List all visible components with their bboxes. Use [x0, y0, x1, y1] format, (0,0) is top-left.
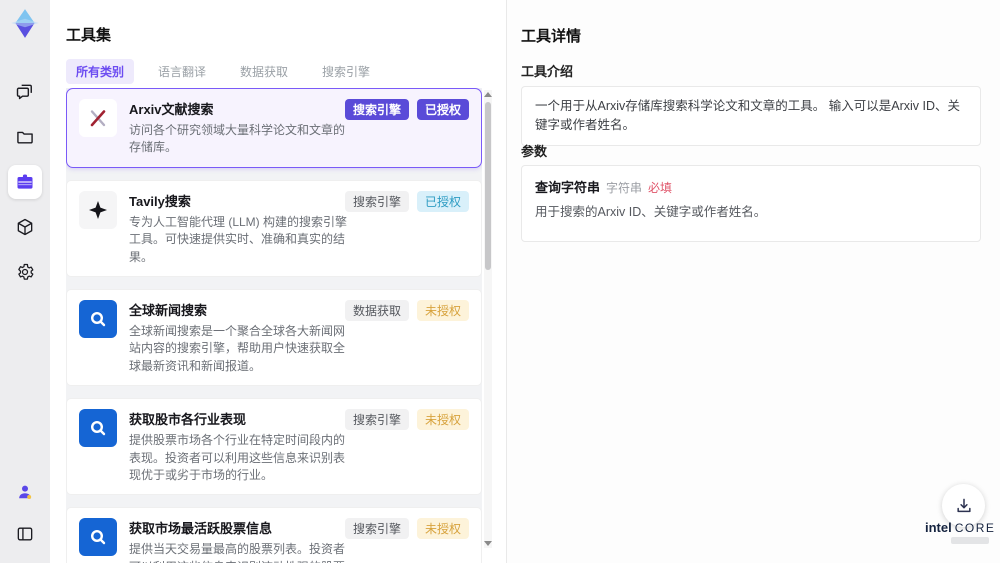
category-badge: 搜索引擎: [344, 409, 409, 431]
tool-title: Arxiv文献搜索: [129, 102, 214, 117]
chat-icon: [16, 84, 32, 100]
parameter-item: 查询字符串 字符串 必填 用于搜索的Arxiv ID、关键字或作者姓名。: [535, 177, 967, 222]
sidebar-item-models[interactable]: [8, 210, 42, 244]
tool-title: 获取股市各行业表现: [129, 412, 247, 428]
tool-description: 提供股票市场各个行业在特定时间段内的表现。投资者可以利用这些信息来识别表现优于或…: [129, 433, 346, 482]
tool-list-panel: 工具集 所有类别 语言翻译 数据获取 搜索引擎 Arxiv文献搜索 访问各个研究领域大…: [50, 0, 506, 563]
panel-toggle-icon: [17, 527, 33, 541]
intro-box: 一个用于从Arxiv存储库搜索科学论文和文章的工具。 输入可以是Arxiv ID…: [521, 86, 981, 146]
core-wordmark: CORE: [954, 521, 996, 535]
juhe-search-icon: [90, 311, 106, 327]
arxiv-icon: [90, 110, 106, 127]
sidebar-nav: [8, 75, 42, 289]
briefcase-icon: [17, 174, 33, 189]
intel-wordmark: intel: [925, 520, 952, 535]
detail-title: 工具详情: [521, 28, 582, 45]
intel-core-logo: intel CORE: [925, 520, 994, 544]
cube-icon: [17, 218, 33, 236]
tool-card[interactable]: Tavily搜索 专为人工智能代理 (LLM) 构建的搜索引擎工具。可快速提供实…: [66, 179, 482, 277]
auth-status-badge: 已授权: [416, 99, 469, 120]
category-badge: 搜索引擎: [344, 99, 409, 120]
sidebar-item-collapse[interactable]: [8, 517, 42, 551]
sidebar-item-chat[interactable]: [8, 75, 42, 109]
sidebar-bottom: [0, 475, 50, 551]
scrollbar-thumb[interactable]: [485, 102, 491, 270]
category-badge: 数据获取: [344, 299, 409, 321]
sidebar-item-settings[interactable]: [8, 255, 42, 289]
sidebar-item-toolbox[interactable]: [8, 165, 42, 199]
category-tabs: 所有类别 语言翻译 数据获取 搜索引擎: [66, 59, 380, 84]
app-logo-icon: [11, 9, 39, 38]
intro-heading: 工具介绍: [521, 64, 574, 79]
auth-status-badge: 未授权: [416, 518, 469, 540]
category-badge: 搜索引擎: [344, 190, 409, 212]
gear-icon: [18, 263, 34, 280]
tab-category-1[interactable]: 语言翻译: [148, 59, 216, 84]
tavily-star-icon: [89, 200, 107, 219]
tool-title: 获取市场最活跃股票信息: [129, 521, 273, 537]
params-box: 查询字符串 字符串 必填 用于搜索的Arxiv ID、关键字或作者姓名。: [521, 165, 981, 242]
tool-detail-panel: 工具详情 工具介绍 一个用于从Arxiv存储库搜索科学论文和文章的工具。 输入可…: [506, 0, 1000, 563]
scroll-down-icon[interactable]: [484, 541, 492, 546]
tab-category-3[interactable]: 搜索引擎: [312, 59, 380, 84]
download-icon: [956, 498, 971, 512]
parameter-name: 查询字符串: [535, 180, 601, 195]
category-badge: 搜索引擎: [344, 518, 409, 540]
juhe-search-icon: [90, 530, 106, 545]
sidebar-item-files[interactable]: [8, 120, 42, 154]
juhe-search-icon: [90, 421, 106, 436]
intel-sub-badge: [951, 537, 989, 544]
auth-status-badge: 未授权: [416, 409, 469, 431]
tool-description: 全球新闻搜索是一个聚合全球各大新闻网站内容的搜索引擎，帮助用户快速获取全球最新资…: [129, 323, 346, 373]
tab-all-categories[interactable]: 所有类别: [66, 59, 135, 84]
user-icon: [19, 485, 32, 499]
auth-status-badge: 已授权: [416, 190, 469, 212]
tool-title: Tavily搜索: [129, 193, 191, 209]
sidebar-item-account[interactable]: [8, 475, 42, 509]
parameter-type: 字符串: [606, 181, 643, 195]
list-scrollbar[interactable]: [484, 90, 492, 548]
tool-description: 提供当天交易量最高的股票列表。投资者可以利用这些信息来识别流动性强的股票和潜在的…: [129, 542, 346, 563]
tool-card[interactable]: 获取股市各行业表现 提供股票市场各个行业在特定时间段内的表现。投资者可以利用这些…: [66, 398, 482, 496]
scroll-up-icon[interactable]: [484, 92, 492, 97]
tool-card[interactable]: Arxiv文献搜索 访问各个研究领域大量科学论文和文章的存储库。 搜索引擎 已授…: [66, 88, 482, 168]
sidebar: [0, 0, 50, 563]
folder-icon: [17, 131, 33, 144]
tab-category-2[interactable]: 数据获取: [230, 59, 298, 84]
tool-title: 全球新闻搜索: [129, 302, 208, 318]
auth-status-badge: 未授权: [416, 299, 469, 321]
params-heading: 参数: [521, 144, 548, 159]
page-title: 工具集: [66, 27, 112, 44]
tool-card[interactable]: 全球新闻搜索 全球新闻搜索是一个聚合全球各大新闻网站内容的搜索引擎，帮助用户快速…: [66, 288, 482, 387]
tool-description: 访问各个研究领域大量科学论文和文章的存储库。: [129, 123, 346, 155]
tool-list: Arxiv文献搜索 访问各个研究领域大量科学论文和文章的存储库。 搜索引擎 已授…: [66, 88, 482, 563]
app-window: 工具集 所有类别 语言翻译 数据获取 搜索引擎 Arxiv文献搜索 访问各个研究领域大…: [0, 0, 1000, 563]
tool-card[interactable]: 获取市场最活跃股票信息 提供当天交易量最高的股票列表。投资者可以利用这些信息来识…: [66, 507, 482, 563]
tool-description: 专为人工智能代理 (LLM) 构建的搜索引擎工具。可快速提供实时、准确和真实的结…: [129, 214, 348, 264]
parameter-description: 用于搜索的Arxiv ID、关键字或作者姓名。: [535, 205, 767, 219]
parameter-required-flag: 必填: [648, 181, 673, 195]
